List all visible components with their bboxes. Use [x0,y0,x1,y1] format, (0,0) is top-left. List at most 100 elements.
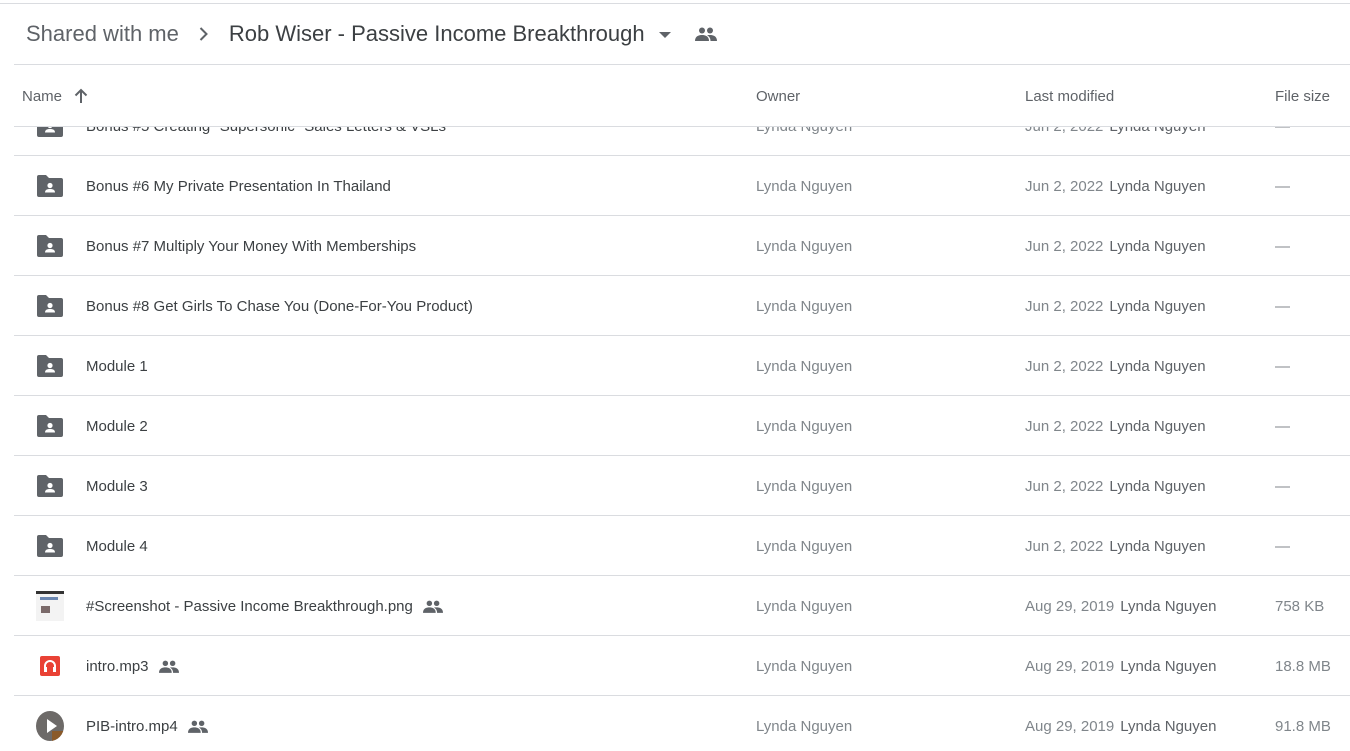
file-name-cell: Bonus #7 Multiply Your Money With Member… [86,216,416,276]
shared-folder-icon [36,174,64,198]
owner-cell: Lynda Nguyen [756,717,853,735]
last-modified-cell: Aug 29, 2019 Lynda Nguyen [1025,696,1216,751]
file-list-header: Name Owner Last modified File size [14,66,1350,127]
file-size-cell: — [1275,417,1290,435]
modified-by: Lynda Nguyen [1120,657,1217,675]
modified-by: Lynda Nguyen [1120,597,1217,615]
last-modified-cell: Jun 2, 2022 Lynda Nguyen [1025,396,1206,456]
file-name-cell: Bonus #6 My Private Presentation In Thai… [86,156,391,216]
shared-people-icon [422,600,443,613]
modified-by: Lynda Nguyen [1109,357,1206,375]
file-name: #Screenshot - Passive Income Breakthroug… [86,597,413,615]
folder-menu-caret-icon[interactable] [658,32,671,38]
file-row[interactable]: intro.mp3 Lynda Nguyen Aug 29, 2019 Lynda N… [14,636,1350,696]
shared-folder-icon [36,294,64,318]
column-header-owner[interactable]: Owner [756,66,800,126]
file-name-cell: #Screenshot - Passive Income Breakthroug… [86,576,443,636]
modified-by: Lynda Nguyen [1109,417,1206,435]
file-row[interactable]: Module 3 Lynda Nguyen Jun 2, 2022 Lynda Ngu… [14,456,1350,516]
file-name: intro.mp3 [86,657,149,675]
file-row[interactable]: Bonus #8 Get Girls To Chase You (Done-Fo… [14,276,1350,336]
last-modified-cell: Jun 2, 2022 Lynda Nguyen [1025,156,1206,216]
last-modified-cell: Jun 2, 2022 Lynda Nguyen [1025,216,1206,276]
audio-file-icon [36,654,64,678]
modified-by: Lynda Nguyen [1109,537,1206,555]
modified-by: Lynda Nguyen [1109,477,1206,495]
file-size-cell: — [1275,357,1290,375]
shared-folder-icon [36,414,64,438]
modified-date: Aug 29, 2019 [1025,657,1115,675]
file-row[interactable]: Module 1 Lynda Nguyen Jun 2, 2022 Lynda Ngu… [14,336,1350,396]
file-size-cell: — [1275,537,1290,555]
modified-date: Jun 2, 2022 [1025,357,1104,375]
image-thumbnail-icon [36,591,64,621]
shared-people-icon [187,720,208,733]
file-size-cell: — [1275,177,1290,195]
modified-date: Jun 2, 2022 [1025,237,1104,255]
file-row[interactable]: Module 2 Lynda Nguyen Jun 2, 2022 Lynda Ngu… [14,396,1350,456]
column-header-last-modified[interactable]: Last modified [1025,66,1114,126]
file-name: Module 2 [86,417,148,435]
file-name: Module 1 [86,357,148,375]
owner-cell: Lynda Nguyen [756,657,853,675]
file-list: Bonus #5 Creating "Supersonic" Sales Let… [14,96,1350,751]
file-row[interactable]: #Screenshot - Passive Income Breakthroug… [14,576,1350,636]
file-row[interactable]: Bonus #7 Multiply Your Money With Member… [14,216,1350,276]
column-header-file-size[interactable]: File size [1275,66,1330,126]
file-row[interactable]: Module 4 Lynda Nguyen Jun 2, 2022 Lynda Ngu… [14,516,1350,576]
shared-people-icon[interactable] [694,27,717,41]
shared-people-icon [158,660,179,673]
owner-cell: Lynda Nguyen [756,417,853,435]
last-modified-cell: Jun 2, 2022 Lynda Nguyen [1025,336,1206,396]
file-size-cell: — [1275,297,1290,315]
modified-by: Lynda Nguyen [1109,177,1206,195]
modified-date: Jun 2, 2022 [1025,417,1104,435]
file-name-cell: Module 4 [86,516,148,576]
owner-cell: Lynda Nguyen [756,237,853,255]
owner-cell: Lynda Nguyen [756,297,853,315]
last-modified-cell: Jun 2, 2022 Lynda Nguyen [1025,516,1206,576]
modified-date: Jun 2, 2022 [1025,477,1104,495]
file-size-cell: — [1275,477,1290,495]
file-row[interactable]: PIB-intro.mp4 Lynda Nguyen Aug 29, 2019 Lyn… [14,696,1350,751]
modified-by: Lynda Nguyen [1120,717,1217,735]
file-name: Module 3 [86,477,148,495]
breadcrumb-shared-with-me[interactable]: Shared with me [26,21,179,47]
breadcrumb: Shared with me Rob Wiser - Passive Incom… [14,4,1350,65]
breadcrumb-current-folder[interactable]: Rob Wiser - Passive Income Breakthrough [229,21,645,47]
video-thumbnail-icon [36,711,64,741]
file-row[interactable]: Bonus #6 My Private Presentation In Thai… [14,156,1350,216]
shared-folder-icon [36,474,64,498]
file-size-cell: 18.8 MB [1275,657,1331,675]
file-name: Bonus #6 My Private Presentation In Thai… [86,177,391,195]
last-modified-cell: Aug 29, 2019 Lynda Nguyen [1025,576,1216,636]
file-size-cell: 758 KB [1275,597,1325,615]
column-name-label: Name [22,87,63,105]
file-name-cell: Bonus #8 Get Girls To Chase You (Done-Fo… [86,276,473,336]
owner-cell: Lynda Nguyen [756,177,853,195]
modified-date: Aug 29, 2019 [1025,717,1115,735]
modified-by: Lynda Nguyen [1109,297,1206,315]
file-name-cell: Module 1 [86,336,148,396]
file-name-cell: Module 2 [86,396,148,456]
shared-folder-icon [36,534,64,558]
file-name-cell: PIB-intro.mp4 [86,696,208,751]
owner-cell: Lynda Nguyen [756,357,853,375]
file-size-cell: 91.8 MB [1275,717,1331,735]
owner-cell: Lynda Nguyen [756,597,853,615]
modified-date: Aug 29, 2019 [1025,597,1115,615]
file-name: PIB-intro.mp4 [86,717,178,735]
owner-cell: Lynda Nguyen [756,537,853,555]
column-header-name[interactable]: Name [22,66,88,126]
last-modified-cell: Aug 29, 2019 Lynda Nguyen [1025,636,1216,696]
owner-cell: Lynda Nguyen [756,477,853,495]
modified-date: Jun 2, 2022 [1025,537,1104,555]
file-name: Module 4 [86,537,148,555]
last-modified-cell: Jun 2, 2022 Lynda Nguyen [1025,456,1206,516]
shared-folder-icon [36,354,64,378]
shared-folder-icon [36,234,64,258]
modified-by: Lynda Nguyen [1109,237,1206,255]
chevron-right-icon [199,27,211,41]
sort-arrow-up-icon[interactable] [74,88,88,104]
file-name-cell: Module 3 [86,456,148,516]
